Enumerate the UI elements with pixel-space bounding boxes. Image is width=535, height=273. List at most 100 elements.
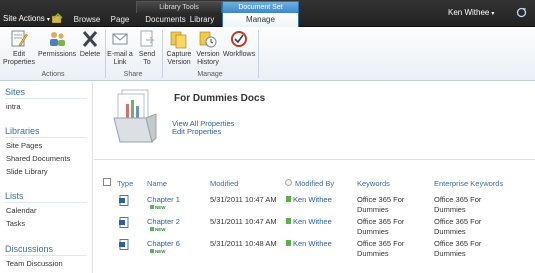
modified-date: 5/31/2011 10:47 AM (210, 217, 277, 226)
edit-properties-button[interactable]: Edit Properties (2, 29, 36, 67)
actions-group-label: Actions (41, 71, 65, 78)
version-history-icon (199, 31, 217, 48)
new-badge: NEW (150, 227, 166, 232)
nav-item-tasks[interactable]: Tasks (6, 219, 25, 228)
presence-icon (286, 196, 291, 202)
tab-page[interactable]: Page (107, 13, 133, 27)
column-header-keywords[interactable]: Keywords (357, 179, 390, 188)
email-link-label: E-mail a Link (107, 51, 133, 66)
nav-heading-libraries[interactable]: Libraries (5, 126, 40, 136)
column-header-modified-by[interactable]: Modified By (295, 179, 334, 188)
ribbon: Edit Properties Permissions Delete Actio… (0, 27, 535, 81)
version-history-button[interactable]: Version History (195, 29, 221, 67)
modified-date: 5/31/2011 10:48 AM (210, 239, 277, 248)
version-history-label: Version History (196, 51, 220, 66)
workflows-button[interactable]: Workflows (222, 29, 256, 59)
edit-properties-link[interactable]: Edit Properties (172, 127, 221, 136)
edit-properties-icon (11, 30, 28, 47)
new-icon (150, 205, 154, 209)
document-set-group: Document Set (222, 1, 299, 13)
enterprise-keywords-cell: Office 365 For Dummies (434, 239, 482, 258)
word-document-icon (119, 195, 129, 206)
keywords-cell: Office 365 For Dummies (357, 239, 405, 258)
send-to-label: Send To (138, 51, 156, 66)
document-name-link[interactable]: Chapter 1 (147, 195, 180, 204)
new-badge: NEW (150, 249, 166, 254)
new-badge-label: NEW (155, 249, 166, 254)
permissions-icon (50, 32, 65, 46)
keywords-cell: Office 365 For Dummies (357, 217, 405, 236)
modified-date: 5/31/2011 10:47 AM (210, 195, 277, 204)
table-row[interactable]: Chapter 2 NEW 5/31/2011 10:47 AM Ken Wit… (94, 217, 535, 239)
modified-by-link[interactable]: Ken Withee (293, 239, 332, 248)
workflows-icon (231, 31, 247, 47)
document-name-link[interactable]: Chapter 6 (147, 239, 180, 248)
ribbon-separator (105, 30, 106, 78)
column-header-name[interactable]: Name (147, 179, 167, 188)
new-icon (150, 249, 154, 253)
table-row[interactable]: Chapter 1 NEW 5/31/2011 10:47 AM Ken Wit… (94, 195, 535, 217)
column-header-modified[interactable]: Modified (210, 179, 238, 188)
word-document-icon (119, 217, 129, 228)
table-row[interactable]: Chapter 6 NEW 5/31/2011 10:48 AM Ken Wit… (94, 239, 535, 261)
manage-group-label: Manage (197, 71, 223, 78)
site-actions-menu[interactable]: Site Actions ▾ (3, 14, 50, 23)
user-name-label: Ken Withee (448, 8, 490, 17)
presence-header-icon (285, 179, 292, 186)
tab-browse[interactable]: Browse (71, 13, 103, 27)
presence-icon (286, 218, 291, 224)
document-set-title: For Dummies Docs (174, 93, 266, 104)
divider (5, 98, 87, 99)
new-badge: NEW (150, 205, 166, 210)
new-badge-label: NEW (155, 227, 166, 232)
email-link-button[interactable]: E-mail a Link (107, 29, 133, 67)
document-name-link[interactable]: Chapter 2 (147, 217, 180, 226)
email-icon (112, 33, 128, 45)
chevron-down-icon: ▾ (491, 11, 495, 17)
select-all-checkbox[interactable] (103, 178, 111, 186)
delete-label: Delete (79, 51, 101, 58)
main-content: For Dummies Docs View All Properties Edi… (94, 82, 535, 273)
divider (5, 255, 87, 256)
nav-item-slide-library[interactable]: Slide Library (6, 167, 48, 176)
tab-documents[interactable]: Documents (137, 13, 194, 27)
user-menu[interactable]: Ken Withee ▾ (448, 8, 494, 17)
chevron-down-icon: ▾ (46, 17, 50, 23)
refresh-icon[interactable] (516, 7, 527, 18)
nav-heading-lists[interactable]: Lists (5, 191, 24, 201)
enterprise-keywords-cell: Office 365 For Dummies (434, 195, 482, 214)
tab-manage[interactable]: Manage (222, 13, 299, 28)
keywords-cell: Office 365 For Dummies (357, 195, 405, 214)
modified-by-link[interactable]: Ken Withee (293, 195, 332, 204)
nav-item-site-pages[interactable]: Site Pages (6, 141, 42, 150)
delete-button[interactable]: Delete (77, 29, 103, 59)
site-actions-label: Site Actions (3, 14, 45, 23)
tab-library[interactable]: Library (187, 13, 217, 27)
quick-launch: Sites intra Libraries Site Pages Shared … (0, 82, 93, 273)
workflows-label: Workflows (222, 51, 256, 58)
nav-item-intra[interactable]: intra (6, 102, 21, 111)
library-tools-group: Library Tools (136, 1, 222, 13)
nav-heading-discussions[interactable]: Discussions (5, 244, 53, 254)
nav-item-team-discussion[interactable]: Team Discussion (6, 259, 63, 268)
edit-properties-label: Edit Properties (3, 51, 35, 66)
delete-icon (82, 31, 98, 47)
divider (5, 202, 87, 203)
navigate-up-icon[interactable] (52, 13, 63, 23)
column-header-type[interactable]: Type (117, 179, 133, 188)
top-bar: Site Actions ▾ Browse Page Library Tools … (0, 0, 535, 28)
new-badge-label: NEW (155, 205, 166, 210)
nav-heading-sites[interactable]: Sites (5, 87, 25, 97)
capture-version-icon (170, 31, 187, 49)
document-set-icon (113, 89, 157, 143)
divider (94, 159, 535, 160)
nav-item-calendar[interactable]: Calendar (6, 206, 36, 215)
column-header-enterprise-keywords[interactable]: Enterprise Keywords (434, 179, 503, 188)
modified-by-link[interactable]: Ken Withee (293, 217, 332, 226)
send-to-button[interactable]: Send To (135, 29, 159, 67)
permissions-button[interactable]: Permissions (38, 29, 76, 59)
ribbon-separator (162, 30, 163, 78)
capture-version-button[interactable]: Capture Version (164, 29, 194, 67)
share-group-label: Share (123, 71, 143, 78)
nav-item-shared-documents[interactable]: Shared Documents (6, 154, 70, 163)
